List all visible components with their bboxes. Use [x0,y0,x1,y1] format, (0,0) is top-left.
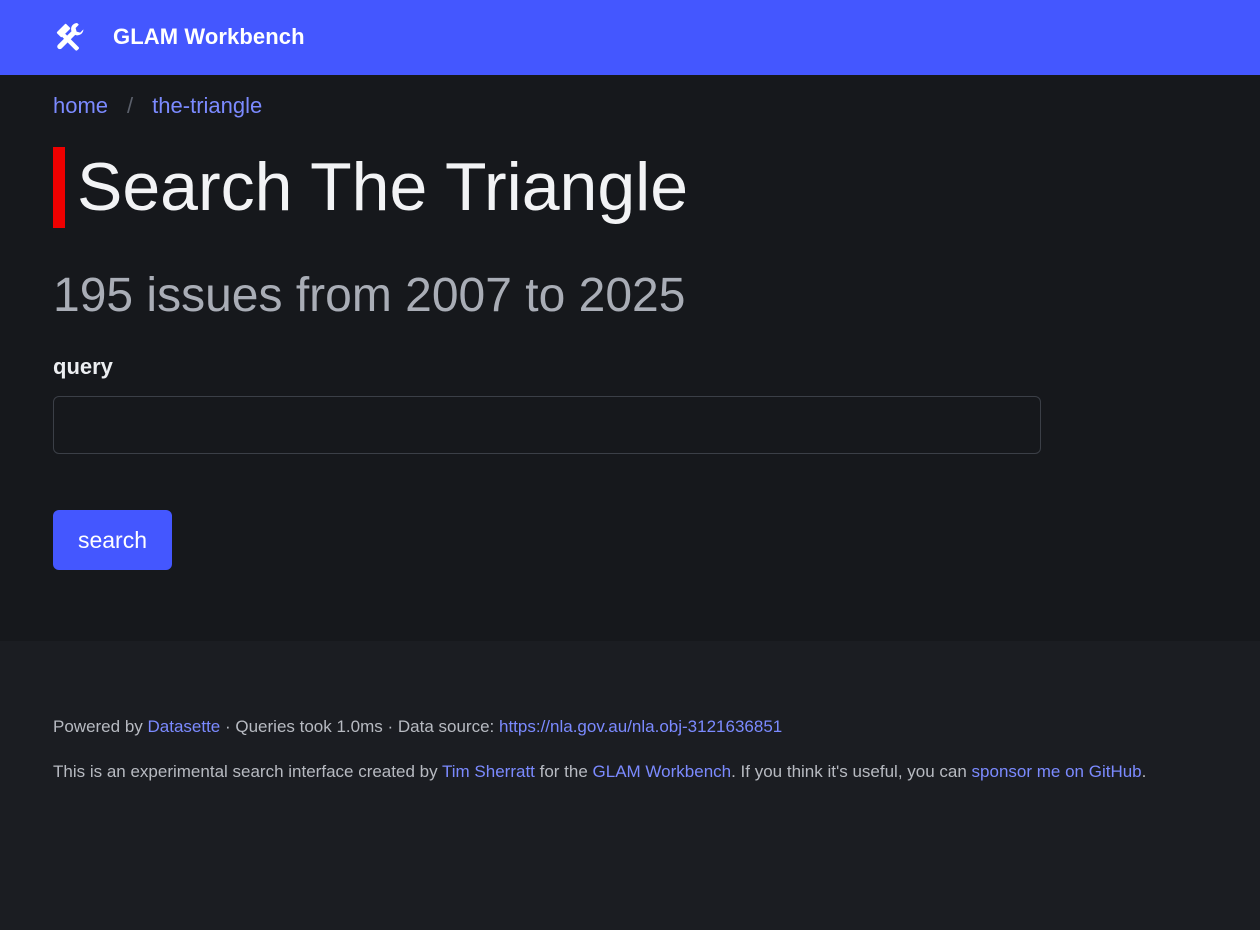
footer-credit-prefix: This is an experimental search interface… [53,762,442,781]
main-content: home / the-triangle Search The Triangle … [0,75,1260,641]
sponsor-link[interactable]: sponsor me on GitHub [972,762,1142,781]
footer-queries-text: · Queries took 1.0ms · Data source: [220,717,499,736]
breadcrumb-home-link[interactable]: home [53,93,108,119]
glam-workbench-link[interactable]: GLAM Workbench [593,762,732,781]
brand-link[interactable]: GLAM Workbench [113,24,305,50]
query-label: query [53,354,113,379]
page-title: Search The Triangle [77,149,689,225]
footer-credit-end: . [1141,762,1147,781]
footer-credit-mid: for the [534,762,593,781]
query-input[interactable] [53,396,1041,454]
footer-credit-line: This is an experimental search interface… [53,762,1146,782]
breadcrumb: home / the-triangle [53,93,262,119]
footer-powered-line: Powered by Datasette · Queries took 1.0m… [53,717,782,737]
footer-powered-prefix: Powered by [53,717,148,736]
top-navbar: GLAM Workbench [0,0,1260,75]
page-title-block: Search The Triangle [53,147,688,228]
page-subtitle: 195 issues from 2007 to 2025 [53,269,686,322]
footer: Powered by Datasette · Queries took 1.0m… [0,641,1260,930]
breadcrumb-current-link[interactable]: the-triangle [152,93,262,119]
title-accent-bar [53,147,65,228]
footer-credit-mid2: . If you think it's useful, you can [731,762,972,781]
tools-icon[interactable] [54,20,88,54]
author-link[interactable]: Tim Sherratt [442,762,535,781]
data-source-link[interactable]: https://nla.gov.au/nla.obj-3121636851 [499,717,782,736]
search-button[interactable]: search [53,510,172,570]
datasette-link[interactable]: Datasette [148,717,221,736]
breadcrumb-separator: / [127,93,134,118]
